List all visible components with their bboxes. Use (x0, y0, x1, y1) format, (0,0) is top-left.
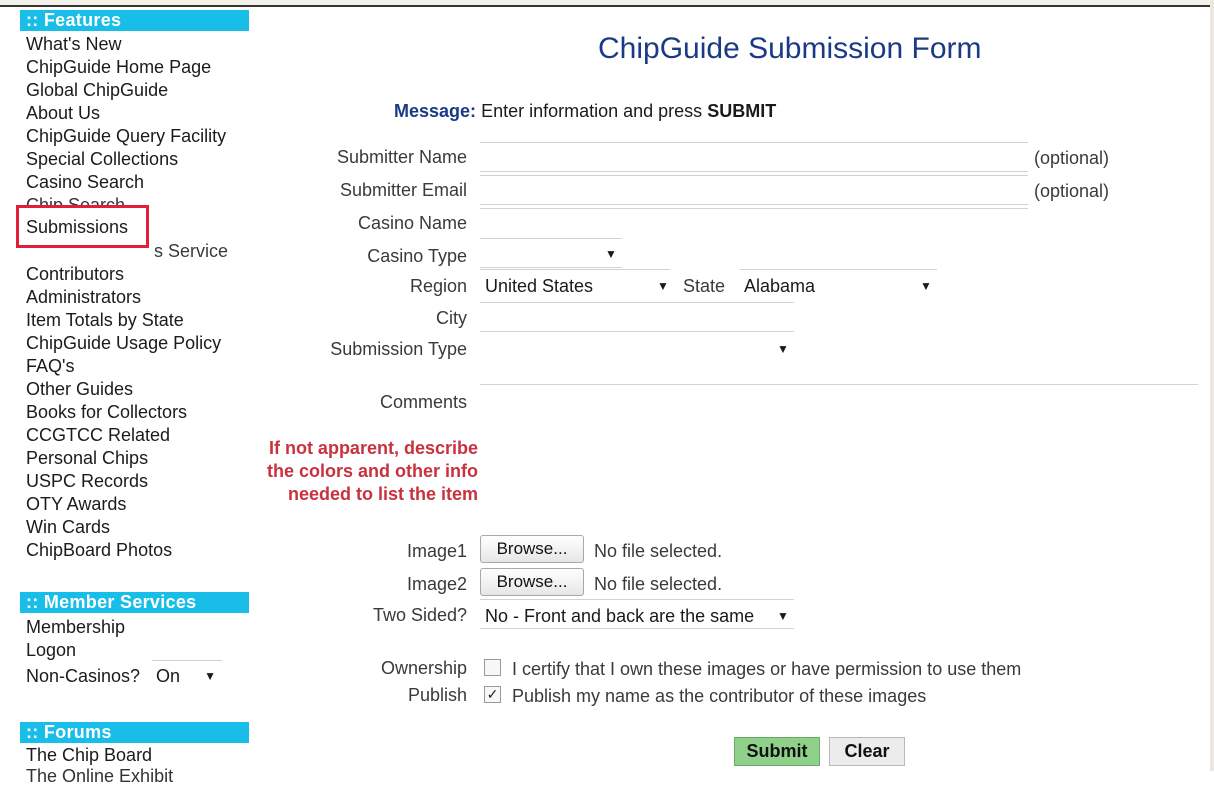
sidebar-link-service[interactable]: s Service (154, 241, 228, 261)
forums-header: :: Forums (20, 722, 249, 743)
sidebar-link-oty[interactable]: OTY Awards (26, 494, 126, 514)
label-comments: Comments (379, 392, 467, 412)
publish-checkbox[interactable]: ✓ (484, 686, 501, 703)
two-sided-value: No - Front and back are the same (485, 606, 755, 626)
non-casinos-value: On (156, 666, 181, 686)
city-input[interactable] (480, 302, 794, 332)
sidebar-link-personal-chips[interactable]: Personal Chips (26, 448, 148, 468)
sidebar-link-membership[interactable]: Membership (26, 617, 125, 637)
page-title: ChipGuide Submission Form (598, 32, 982, 65)
window-frame-line (0, 5, 1214, 7)
optional-note-name: (optional) (1034, 148, 1110, 168)
chevron-down-icon: ▼ (777, 342, 789, 356)
label-casino-type: Casino Type (367, 246, 467, 266)
sidebar-link-chip-board[interactable]: The Chip Board (26, 745, 152, 765)
non-casinos-label: Non-Casinos? (26, 666, 141, 686)
submitter-email-input[interactable] (480, 175, 1028, 205)
ownership-text: I certify that I own these images or hav… (512, 659, 1022, 679)
chevron-down-icon: ▼ (605, 247, 617, 261)
checkmark-icon: ✓ (486, 686, 499, 702)
sidebar-link-online-exhibit[interactable]: The Online Exhibit (26, 766, 173, 786)
label-city: City (436, 308, 467, 328)
casino-type-select[interactable]: ▼ (480, 238, 622, 268)
publish-text: Publish my name as the contributor of th… (512, 686, 927, 706)
sidebar-link-contributors[interactable]: Contributors (26, 264, 124, 284)
status-message: Message: Enter information and press SUB… (394, 101, 776, 122)
chevron-down-icon: ▼ (777, 609, 789, 623)
sidebar-link-other-guides[interactable]: Other Guides (26, 379, 133, 399)
sidebar-link-books[interactable]: Books for Collectors (26, 402, 187, 422)
state-select[interactable]: Alabama ▼ (740, 269, 937, 299)
sidebar-link-submissions[interactable]: Submissions (26, 217, 128, 237)
comments-note-line-2: the colors and other info (266, 461, 478, 481)
ownership-checkbox[interactable] (484, 659, 501, 676)
label-region: Region (409, 276, 467, 296)
member-services-header: :: Member Services (20, 592, 249, 613)
message-submit-word: SUBMIT (707, 101, 777, 121)
image1-browse-button[interactable]: Browse... (480, 535, 584, 563)
submit-button[interactable]: Submit (734, 737, 820, 766)
sidebar-link-win-cards[interactable]: Win Cards (26, 517, 110, 537)
label-publish: Publish (407, 685, 467, 705)
chevron-down-icon: ▼ (204, 669, 216, 683)
sidebar-link-ccgtcc[interactable]: CCGTCC Related (26, 425, 170, 445)
sidebar-link-query[interactable]: ChipGuide Query Facility (26, 126, 226, 146)
message-text: Enter information and press (481, 101, 703, 121)
region-select[interactable]: United States ▼ (480, 269, 670, 299)
chevron-down-icon: ▼ (920, 279, 932, 293)
sidebar-link-logon[interactable]: Logon (26, 640, 76, 660)
label-state: State (682, 276, 725, 296)
label-submitter-email: Submitter Email (339, 180, 467, 200)
image1-filename: No file selected. (594, 541, 723, 561)
sidebar-link-chipboard-photos[interactable]: ChipBoard Photos (26, 540, 172, 560)
image2-browse-button[interactable]: Browse... (480, 568, 584, 596)
label-image1: Image1 (406, 541, 467, 561)
label-submission-type: Submission Type (330, 339, 467, 359)
optional-note-email: (optional) (1034, 181, 1110, 201)
state-value: Alabama (744, 276, 816, 296)
two-sided-select[interactable]: No - Front and back are the same ▼ (480, 599, 794, 629)
sidebar-link-whats-new[interactable]: What's New (26, 34, 121, 54)
comments-note: If not apparent, describe the colors and… (267, 437, 478, 506)
window-frame-right (1210, 0, 1214, 771)
label-ownership: Ownership (380, 658, 467, 678)
sidebar-link-home[interactable]: ChipGuide Home Page (26, 57, 211, 77)
sidebar-link-casino-search[interactable]: Casino Search (26, 172, 144, 192)
label-two-sided: Two Sided? (372, 605, 467, 625)
sidebar-link-faq[interactable]: FAQ's (26, 356, 74, 376)
message-key: Message: (394, 101, 477, 121)
label-casino-name: Casino Name (357, 213, 467, 233)
sidebar-link-usage-policy[interactable]: ChipGuide Usage Policy (26, 333, 221, 353)
sidebar-link-about[interactable]: About Us (26, 103, 100, 123)
casino-name-input[interactable] (480, 208, 1028, 238)
sidebar-link-global[interactable]: Global ChipGuide (26, 80, 168, 100)
submitter-name-input[interactable] (480, 142, 1028, 172)
sidebar-link-administrators[interactable]: Administrators (26, 287, 141, 307)
label-image2: Image2 (406, 574, 467, 594)
image2-filename: No file selected. (594, 574, 723, 594)
sidebar-link-uspc[interactable]: USPC Records (26, 471, 148, 491)
label-submitter-name: Submitter Name (336, 147, 467, 167)
non-casinos-select[interactable]: On ▼ (152, 660, 222, 690)
comments-note-line-3: needed to list the item (287, 484, 478, 504)
sidebar-link-special-collections[interactable]: Special Collections (26, 149, 178, 169)
sidebar-link-item-totals[interactable]: Item Totals by State (26, 310, 184, 330)
submission-type-select[interactable]: ▼ (480, 334, 794, 364)
chevron-down-icon: ▼ (657, 279, 669, 293)
clear-button[interactable]: Clear (829, 737, 905, 766)
comments-note-line-1: If not apparent, describe (268, 438, 478, 458)
features-header: :: Features (20, 10, 249, 31)
comments-textarea[interactable] (480, 384, 1198, 524)
region-value: United States (485, 276, 594, 296)
